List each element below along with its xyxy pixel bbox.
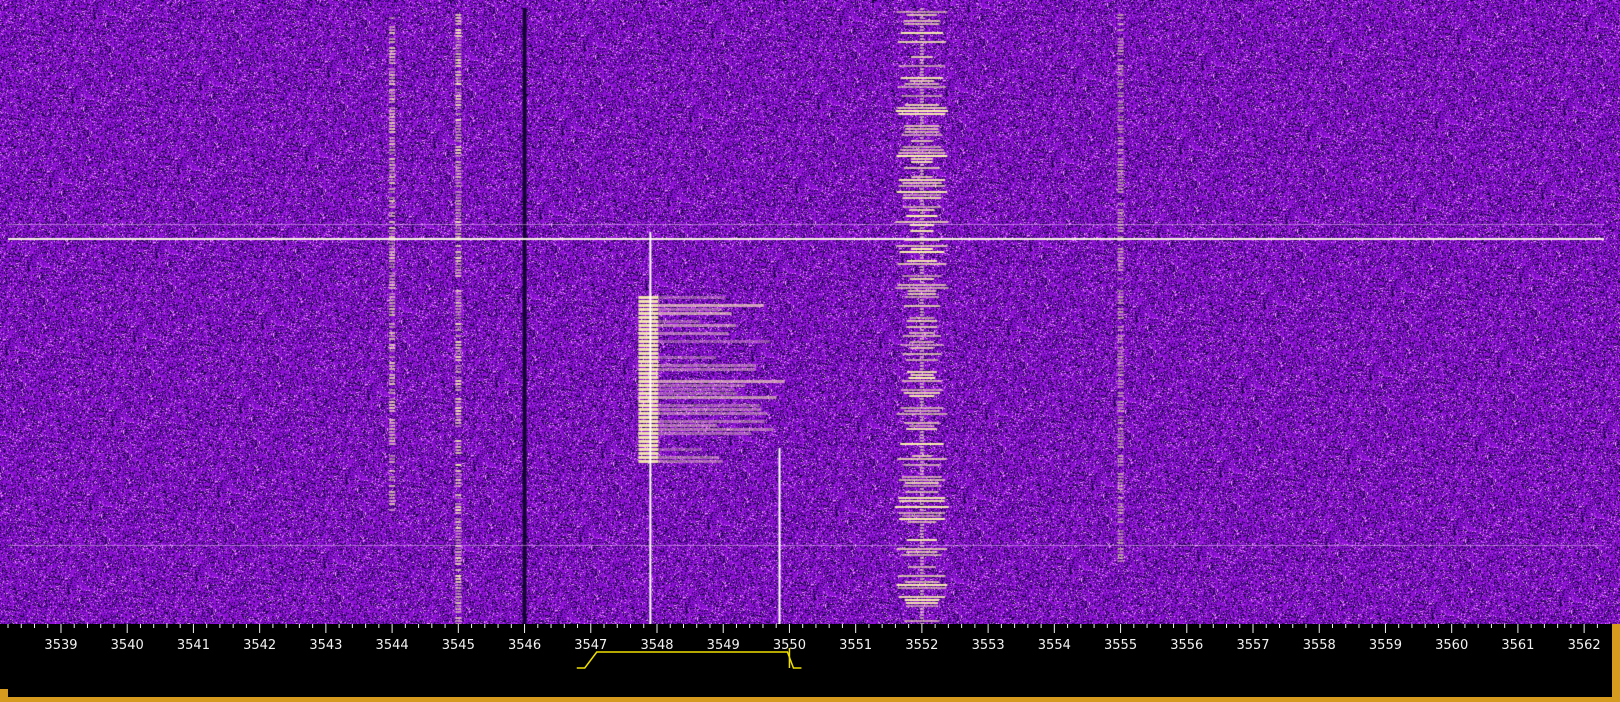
- passband-shape[interactable]: [576, 651, 802, 669]
- waterfall-display[interactable]: [0, 0, 1620, 624]
- passband-filter-indicator[interactable]: [0, 648, 1604, 688]
- frequency-scale[interactable]: 3539 3540 3541 3542 3543 3544 3545 3546 3547 3548…: [0, 624, 1604, 689]
